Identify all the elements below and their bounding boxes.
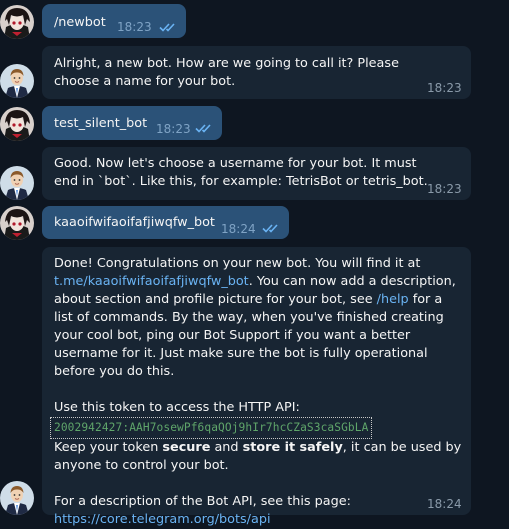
message-bubble-outgoing[interactable]: kaaoifwifaoifafjiwqfw_bot 18:24	[42, 206, 289, 239]
message-text: /newbot	[54, 15, 106, 30]
bot-avatar[interactable]	[0, 481, 34, 515]
read-double-check-icon	[262, 223, 282, 233]
message-text: Good. Now let's choose a username for yo…	[54, 156, 428, 189]
bot-link[interactable]: t.me/kaaoifwifaoifafjiwqfw_bot	[54, 274, 249, 289]
message-bubble-outgoing[interactable]: /newbot 18:23	[42, 4, 186, 38]
bot-avatar[interactable]	[0, 166, 34, 200]
message-time: 18:24	[221, 222, 256, 236]
message-paragraph: Done! Congratulations on your new bot. Y…	[54, 256, 456, 379]
read-double-check-icon	[195, 123, 215, 133]
message-time: 18:23	[117, 20, 152, 34]
message-bubble-incoming[interactable]: Good. Now let's choose a username for yo…	[42, 147, 471, 200]
api-token[interactable]: 2002942427:AAH7osewPf6qaQOj9hIr7hcCZaS3c…	[50, 417, 373, 439]
user-avatar[interactable]	[0, 5, 34, 39]
user-avatar[interactable]	[0, 107, 34, 141]
help-command-link[interactable]: /help	[377, 292, 409, 307]
message-text: test_silent_bot	[54, 116, 148, 131]
read-double-check-icon	[159, 22, 179, 32]
message-bubble-outgoing[interactable]: test_silent_bot 18:23	[42, 106, 222, 140]
message-time: 18:24	[427, 497, 462, 511]
token-label: Use this token to access the HTTP API:	[54, 400, 300, 415]
api-docs-label: For a description of the Bot API, see th…	[54, 494, 351, 509]
message-paragraph: Keep your token secure and store it safe…	[54, 440, 462, 473]
message-bubble-incoming[interactable]: Done! Congratulations on your new bot. Y…	[42, 247, 471, 527]
user-avatar[interactable]	[0, 206, 34, 240]
api-docs-link[interactable]: https://core.telegram.org/bots/api	[54, 512, 271, 527]
bot-avatar[interactable]	[0, 64, 34, 98]
message-text: Alright, a new bot. How are we going to …	[54, 56, 399, 89]
message-time: 18:23	[427, 182, 462, 196]
message-text: kaaoifwifaoifafjiwqfw_bot	[54, 215, 215, 230]
message-body: Done! Congratulations on your new bot. Y…	[50, 255, 464, 529]
message-bubble-incoming[interactable]: Alright, a new bot. How are we going to …	[42, 46, 471, 99]
message-time: 18:23	[156, 122, 191, 136]
message-time: 18:23	[427, 81, 462, 95]
